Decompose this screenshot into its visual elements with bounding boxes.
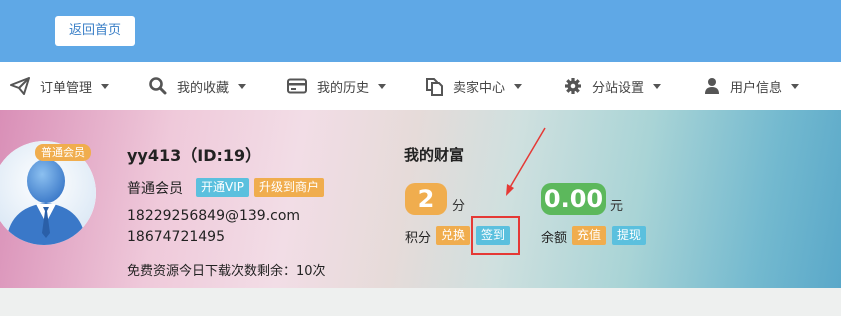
main-nav: 订单管理 我的收藏 我的历史 卖家中心 分站设置 用户信息: [0, 62, 841, 110]
nav-label-user-info: 用户信息: [730, 80, 783, 96]
points-value: 2: [405, 183, 447, 215]
downloads-remaining: 免费资源今日下载次数剩余：10次: [127, 264, 326, 279]
username-line: yy413（ID:19）: [127, 142, 261, 166]
points-unit: 分: [452, 199, 466, 214]
user-id: （ID:19）: [181, 146, 262, 165]
nav-item-history[interactable]: 我的历史: [287, 62, 387, 110]
recharge-button[interactable]: 充值: [572, 226, 607, 245]
chevron-down-icon: [791, 83, 800, 89]
annotation-highlight-box: [471, 216, 520, 255]
copy-icon: [426, 77, 443, 96]
exchange-button[interactable]: 兑换: [436, 226, 471, 245]
member-level-tag: 普通会员: [35, 144, 91, 161]
withdraw-button[interactable]: 提现: [612, 226, 647, 245]
credit-card-icon: [287, 78, 307, 94]
nav-label-favorites: 我的收藏: [177, 80, 230, 96]
chevron-down-icon: [514, 83, 523, 89]
balance-unit: 元: [610, 199, 624, 214]
chevron-down-icon: [101, 83, 110, 89]
points-label: 积分: [405, 231, 432, 246]
nav-label-history: 我的历史: [317, 80, 370, 96]
username: yy413: [127, 146, 182, 165]
gear-icon: [565, 78, 581, 94]
page-bottom-area: [0, 288, 841, 316]
back-home-button[interactable]: 返回首页: [55, 16, 135, 46]
nav-item-orders[interactable]: 订单管理: [10, 62, 110, 110]
user-icon: [705, 78, 719, 94]
balance-label: 余额: [541, 231, 568, 246]
upgrade-merchant-button[interactable]: 升级到商户: [254, 178, 325, 197]
search-icon: [149, 77, 167, 95]
open-vip-button[interactable]: 开通VIP: [196, 178, 249, 197]
chevron-down-icon: [238, 83, 247, 89]
nav-label-orders: 订单管理: [40, 80, 93, 96]
nav-item-favorites[interactable]: 我的收藏: [149, 62, 247, 110]
chevron-down-icon: [653, 83, 662, 89]
top-header-bar: 返回首页: [0, 0, 841, 62]
paper-plane-icon: [10, 77, 30, 95]
nav-item-site-settings[interactable]: 分站设置: [564, 62, 662, 110]
phone: 18674721495: [127, 229, 225, 245]
member-level: 普通会员: [127, 181, 183, 197]
nav-label-seller-center: 卖家中心: [453, 80, 506, 96]
chevron-down-icon: [378, 83, 387, 89]
annotation-arrow-icon: [506, 127, 546, 196]
nav-item-user-info[interactable]: 用户信息: [704, 62, 800, 110]
nav-label-site-settings: 分站设置: [592, 80, 645, 96]
email: 18229256849@139.com: [127, 208, 301, 224]
balance-value: 0.00: [541, 183, 606, 215]
wealth-title: 我的财富: [404, 146, 465, 164]
nav-item-seller-center[interactable]: 卖家中心: [425, 62, 523, 110]
